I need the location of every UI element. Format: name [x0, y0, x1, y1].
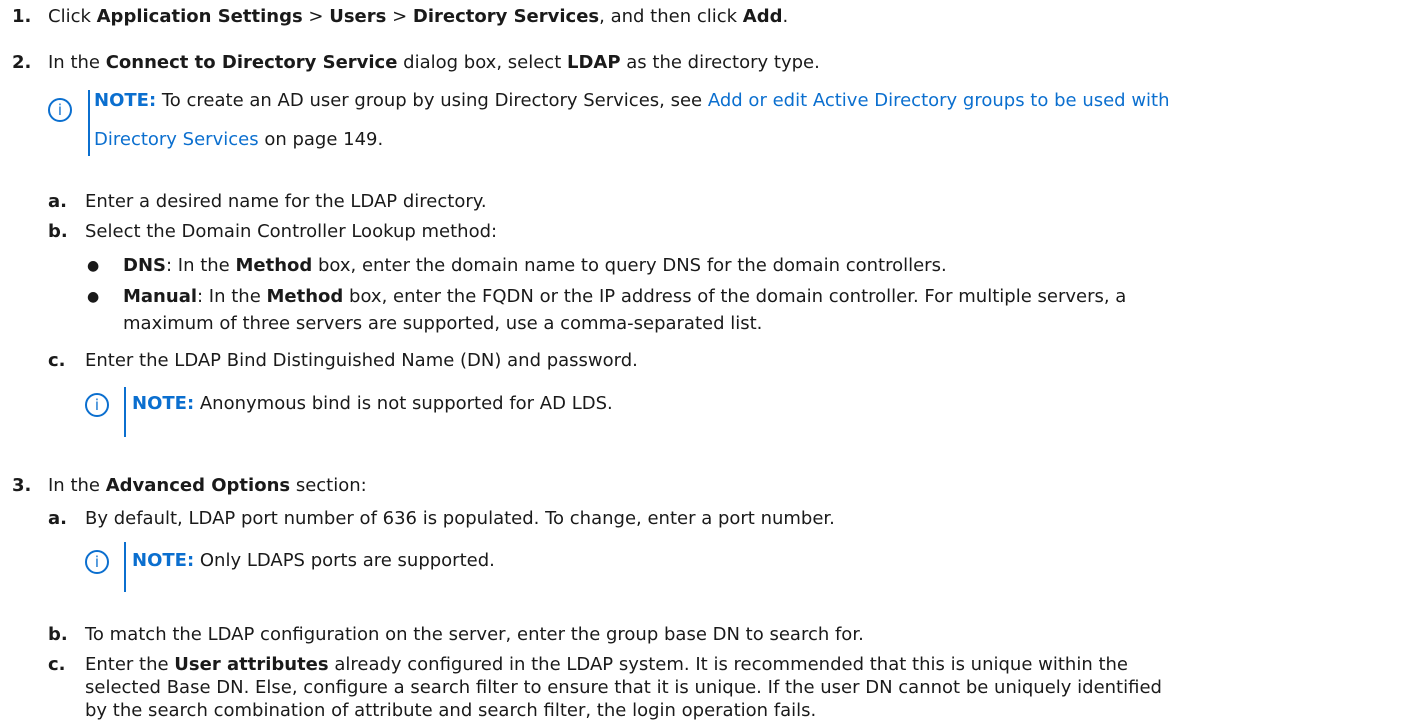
bullet-text: box, enter the FQDN or the IP address of…	[343, 286, 1127, 307]
note-3-text: NOTE: Only LDAPS ports are supported.	[132, 550, 495, 571]
note-2-text: NOTE: Anonymous bind is not supported fo…	[132, 393, 613, 414]
note-label: NOTE:	[94, 90, 157, 111]
method-label: Method	[266, 286, 344, 307]
sub-b-text: Select the Domain Controller Lookup meth…	[85, 221, 498, 242]
step-2-text-part: In the	[48, 52, 106, 73]
note-label: NOTE:	[132, 550, 195, 571]
step-1-number: 1.	[12, 6, 32, 27]
note-bar	[124, 387, 126, 437]
note-1-text: To create an AD user group by using Dire…	[156, 90, 708, 111]
sub-3a-text: By default, LDAP port number of 636 is p…	[85, 508, 835, 529]
step-2-text: In the Connect to Directory Service dial…	[48, 52, 820, 73]
sub-3b-letter: b.	[48, 624, 68, 645]
bullet-text: : In the	[165, 255, 236, 276]
advanced-options-label: Advanced Options	[105, 475, 291, 496]
sub-3b-text: To match the LDAP configuration on the s…	[85, 624, 864, 645]
sub-b-letter: b.	[48, 221, 68, 242]
bullet-dot: ●	[87, 258, 100, 274]
note-1-line-2: Directory Services on page 149.	[94, 129, 383, 150]
bullet-text: box, enter the domain name to query DNS …	[312, 255, 947, 276]
sub-3c-text: already configured in the LDAP system. I…	[328, 654, 1128, 675]
info-icon: i	[85, 393, 109, 417]
sub-3c-line-3: by the search combination of attribute a…	[85, 700, 817, 721]
user-attributes-label: User attributes	[174, 654, 329, 675]
step-2-text-part: as the directory type.	[620, 52, 820, 73]
sub-3a-letter: a.	[48, 508, 67, 529]
directory-services-label: Directory Services	[412, 6, 600, 27]
step-1-text-part: Click	[48, 6, 97, 27]
note-label: NOTE:	[132, 393, 195, 414]
step-1-text: Click Application Settings > Users > Dir…	[48, 6, 788, 27]
bullet-text: : In the	[197, 286, 267, 307]
add-edit-ad-groups-link[interactable]: Add or edit Active Directory groups to b…	[708, 90, 1170, 111]
step-3-text-part: section:	[290, 475, 367, 496]
note-2-body: Anonymous bind is not supported for AD L…	[194, 393, 613, 414]
note-3-body: Only LDAPS ports are supported.	[194, 550, 495, 571]
manual-label: Manual	[123, 286, 198, 307]
step-1-separator: >	[302, 6, 330, 27]
users-label: Users	[329, 6, 387, 27]
bullet-dns: DNS: In the Method box, enter the domain…	[123, 255, 947, 276]
sub-3c-text: Enter the	[85, 654, 175, 675]
sub-3c-letter: c.	[48, 654, 66, 675]
application-settings-label: Application Settings	[96, 6, 303, 27]
note-bar	[88, 90, 90, 156]
step-2-number: 2.	[12, 52, 32, 73]
bullet-manual: Manual: In the Method box, enter the FQD…	[123, 286, 1126, 307]
sub-c-letter: c.	[48, 350, 66, 371]
connect-dialog-label: Connect to Directory Service	[105, 52, 398, 73]
sub-a-text: Enter a desired name for the LDAP direct…	[85, 191, 487, 212]
note-bar	[124, 542, 126, 592]
sub-c-text: Enter the LDAP Bind Distinguished Name (…	[85, 350, 638, 371]
bullet-manual-line-2: maximum of three servers are supported, …	[123, 313, 763, 334]
add-label: Add	[742, 6, 783, 27]
step-2-text-part: dialog box, select	[397, 52, 567, 73]
ldap-label: LDAP	[566, 52, 621, 73]
step-1-separator: >	[386, 6, 413, 27]
info-icon: i	[48, 98, 72, 122]
sub-a-letter: a.	[48, 191, 67, 212]
method-label: Method	[235, 255, 313, 276]
step-3-text: In the Advanced Options section:	[48, 475, 367, 496]
dns-label: DNS	[123, 255, 166, 276]
info-icon: i	[85, 550, 109, 574]
step-3-number: 3.	[12, 475, 32, 496]
note-1-line-1: NOTE: To create an AD user group by usin…	[94, 90, 1170, 111]
bullet-dot: ●	[87, 289, 100, 305]
directory-services-link[interactable]: Directory Services	[94, 129, 259, 150]
step-1-text-part: , and then click	[599, 6, 743, 27]
step-1-text-part: .	[782, 6, 789, 27]
sub-3c-line-1: Enter the User attributes already config…	[85, 654, 1128, 675]
step-3-text-part: In the	[48, 475, 106, 496]
sub-3c-line-2: selected Base DN. Else, configure a sear…	[85, 677, 1162, 698]
note-1-page-ref: on page 149.	[258, 129, 384, 150]
